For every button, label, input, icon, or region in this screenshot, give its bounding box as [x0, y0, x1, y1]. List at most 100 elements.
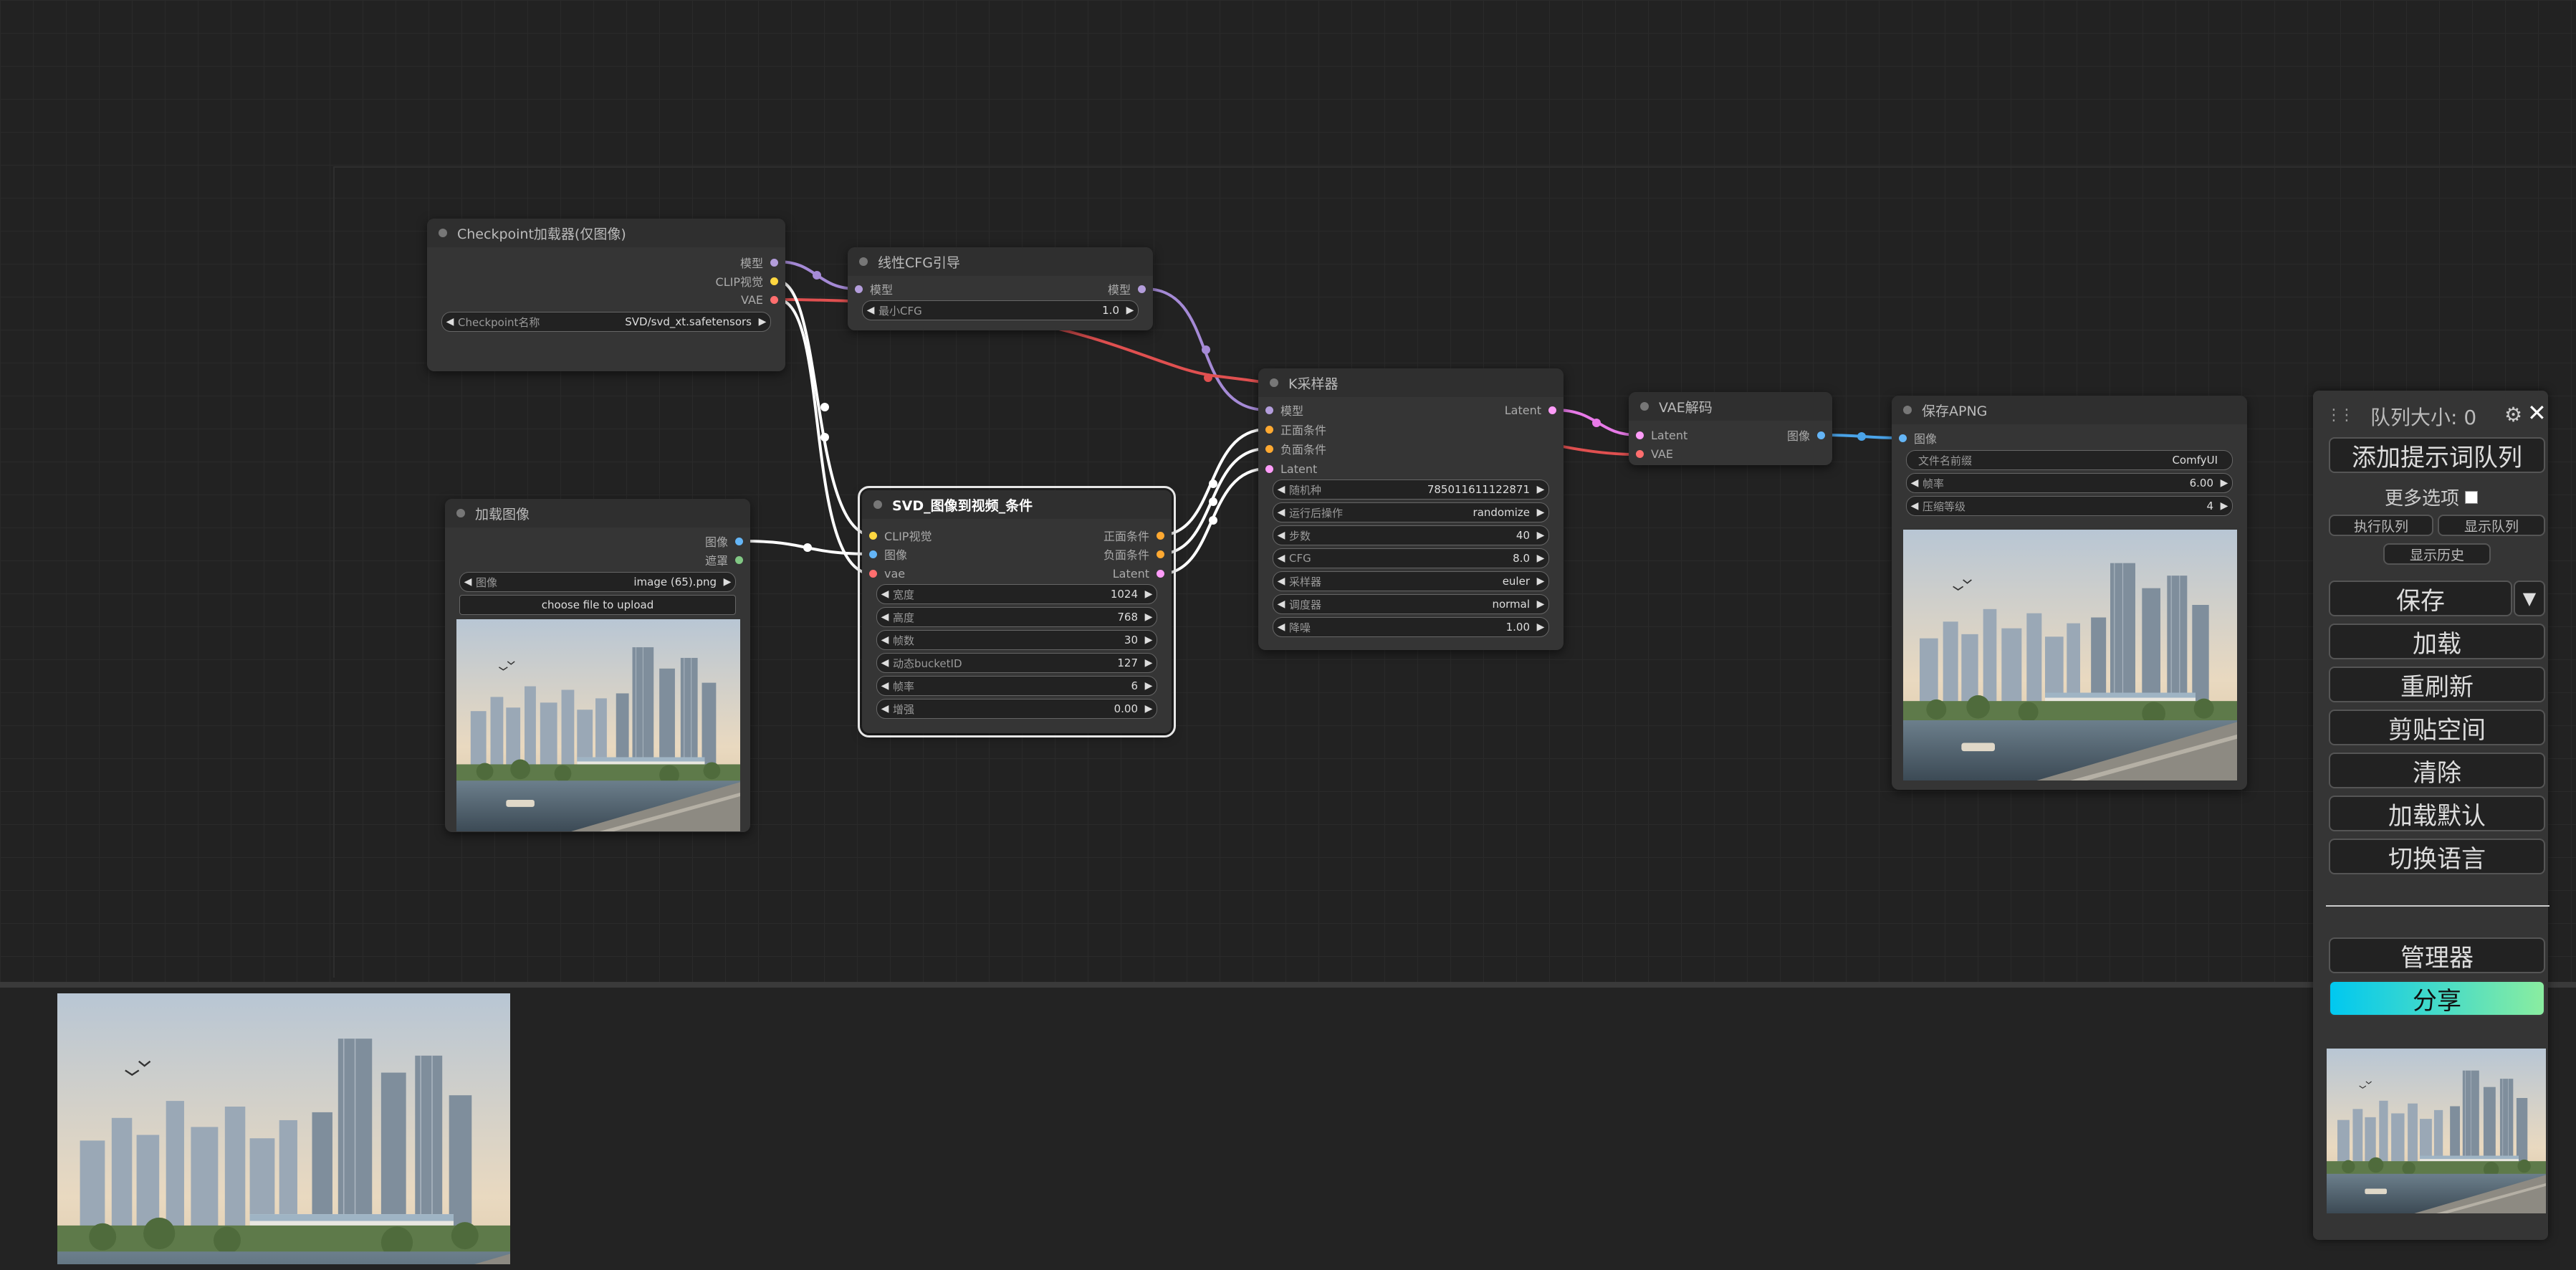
input-model[interactable]: 模型 — [848, 281, 893, 297]
arrow-left-icon[interactable]: ◀ — [1273, 598, 1289, 610]
arrow-left-icon[interactable]: ◀ — [1273, 576, 1289, 587]
save-dropdown-button[interactable]: ▼ — [2514, 581, 2545, 616]
collapse-dot-icon[interactable] — [873, 500, 882, 509]
output-model[interactable]: 模型 — [740, 254, 785, 270]
input-model[interactable]: 模型 — [1258, 402, 1303, 418]
gear-icon[interactable]: ⚙ — [2504, 403, 2522, 426]
input-clip-vision[interactable]: CLIP视觉 — [862, 527, 932, 543]
widget-image-select[interactable]: ◀ 图像 image (65).png ▶ — [459, 572, 736, 592]
arrow-left-icon[interactable]: ◀ — [877, 657, 893, 669]
arrow-right-icon[interactable]: ▶ — [1141, 703, 1157, 715]
output-vae[interactable]: VAE — [741, 292, 785, 307]
widget-min-cfg[interactable]: ◀ 最小CFG 1.0 ▶ — [862, 300, 1139, 320]
output-negative[interactable]: 负面条件 — [1103, 546, 1172, 562]
view-queue-button[interactable]: 显示队列 — [2438, 515, 2545, 536]
arrow-left-icon[interactable]: ◀ — [460, 576, 476, 588]
arrow-right-icon[interactable]: ▶ — [1533, 530, 1548, 541]
collapse-dot-icon[interactable] — [439, 229, 447, 237]
arrow-right-icon[interactable]: ▶ — [1141, 634, 1157, 646]
collapse-dot-icon[interactable] — [859, 257, 868, 266]
widget-checkpoint-name[interactable]: ◀ Checkpoint名称 SVD/svd_xt.safetensors ▶ — [441, 312, 771, 332]
arrow-left-icon[interactable]: ◀ — [1907, 500, 1923, 512]
switch-language-button[interactable]: 切换语言 — [2329, 839, 2545, 874]
widget-height[interactable]: ◀ 高度 768 ▶ — [876, 607, 1157, 627]
save-button[interactable]: 保存 — [2329, 581, 2512, 616]
upload-button[interactable]: choose file to upload — [459, 595, 736, 615]
input-vae[interactable]: VAE — [1629, 446, 1673, 462]
execute-queue-button[interactable]: 执行队列 — [2329, 515, 2433, 536]
output-latent[interactable]: Latent — [1113, 565, 1172, 581]
arrow-left-icon[interactable]: ◀ — [877, 703, 893, 715]
arrow-left-icon[interactable]: ◀ — [877, 680, 893, 692]
arrow-left-icon[interactable]: ◀ — [442, 316, 458, 328]
clipspace-button[interactable]: 剪贴空间 — [2329, 710, 2545, 745]
arrow-left-icon[interactable]: ◀ — [863, 305, 878, 316]
node-ksampler[interactable]: K采样器 模型 正面条件 负面条件 Latent Latent ◀ 随机种 7850… — [1258, 368, 1564, 650]
input-image[interactable]: 图像 — [1892, 430, 1937, 446]
arrow-left-icon[interactable]: ◀ — [1273, 553, 1289, 564]
arrow-right-icon[interactable]: ▶ — [1533, 553, 1548, 564]
widget-width[interactable]: ◀ 宽度 1024 ▶ — [876, 584, 1157, 604]
output-mask[interactable]: 遮罩 — [705, 552, 750, 568]
input-positive[interactable]: 正面条件 — [1258, 421, 1326, 437]
arrow-right-icon[interactable]: ▶ — [1533, 507, 1548, 518]
output-latent[interactable]: Latent — [1505, 402, 1564, 418]
graph-canvas[interactable]: Checkpoint加载器(仅图像) 模型 CLIP视觉 VAE ◀ Checkp… — [0, 0, 2576, 982]
node-svd-img2vid-conditioning[interactable]: SVD_图像到视频_条件 CLIP视觉 图像 vae 正面条件 负面条件 Lat… — [858, 486, 1176, 737]
widget-denoise[interactable]: ◀ 降噪 1.00 ▶ — [1273, 617, 1549, 637]
arrow-right-icon[interactable]: ▶ — [1533, 484, 1548, 495]
collapse-dot-icon[interactable] — [1640, 402, 1649, 411]
arrow-right-icon[interactable]: ▶ — [1533, 621, 1548, 633]
widget-motion-bucket[interactable]: ◀ 动态bucketID 127 ▶ — [876, 653, 1157, 673]
widget-sampler[interactable]: ◀ 采样器 euler ▶ — [1273, 571, 1549, 591]
input-vae[interactable]: vae — [862, 565, 905, 581]
arrow-left-icon[interactable]: ◀ — [1907, 477, 1923, 489]
arrow-right-icon[interactable]: ▶ — [1141, 680, 1157, 692]
output-positive[interactable]: 正面条件 — [1103, 527, 1172, 543]
node-linear-cfg[interactable]: 线性CFG引导 模型 模型 ◀ 最小CFG 1.0 ▶ — [848, 247, 1153, 330]
arrow-left-icon[interactable]: ◀ — [877, 611, 893, 623]
view-history-button[interactable]: 显示历史 — [2383, 543, 2491, 565]
output-image[interactable]: 图像 — [1787, 427, 1832, 443]
widget-compress-level[interactable]: ◀ 压缩等级 4 ▶ — [1906, 496, 2233, 516]
arrow-right-icon[interactable]: ▶ — [1141, 611, 1157, 623]
output-model[interactable]: 模型 — [1108, 281, 1153, 297]
arrow-left-icon[interactable]: ◀ — [877, 634, 893, 646]
more-options-checkbox[interactable] — [2465, 490, 2479, 504]
arrow-left-icon[interactable]: ◀ — [1273, 621, 1289, 633]
input-latent[interactable]: Latent — [1258, 461, 1317, 477]
widget-frames[interactable]: ◀ 帧数 30 ▶ — [876, 630, 1157, 650]
widget-cfg[interactable]: ◀ CFG 8.0 ▶ — [1273, 548, 1549, 568]
load-default-button[interactable]: 加载默认 — [2329, 796, 2545, 831]
drag-handle-icon[interactable]: ⋮⋮ — [2326, 406, 2355, 424]
arrow-right-icon[interactable]: ▶ — [1141, 588, 1157, 600]
collapse-dot-icon[interactable] — [1270, 378, 1278, 387]
close-icon[interactable]: ✕ — [2527, 399, 2547, 426]
arrow-left-icon[interactable]: ◀ — [1273, 507, 1289, 518]
arrow-left-icon[interactable]: ◀ — [877, 588, 893, 600]
input-image[interactable]: 图像 — [862, 546, 907, 562]
widget-fps[interactable]: ◀ 帧率 6 ▶ — [876, 676, 1157, 696]
widget-filename-prefix[interactable]: 文件名前缀 ComfyUI — [1906, 450, 2233, 470]
arrow-right-icon[interactable]: ▶ — [1533, 598, 1548, 610]
input-latent[interactable]: Latent — [1629, 427, 1687, 443]
widget-seed[interactable]: ◀ 随机种 785011611122871 ▶ — [1273, 479, 1549, 500]
arrow-left-icon[interactable]: ◀ — [1273, 484, 1289, 495]
input-negative[interactable]: 负面条件 — [1258, 441, 1326, 457]
image-feed-thumbnail[interactable] — [57, 993, 510, 1264]
widget-steps[interactable]: ◀ 步数 40 ▶ — [1273, 525, 1549, 545]
arrow-right-icon[interactable]: ▶ — [755, 316, 770, 328]
node-vae-decode[interactable]: VAE解码 Latent VAE 图像 — [1629, 392, 1832, 465]
queue-prompt-button[interactable]: 添加提示词队列 — [2329, 437, 2545, 473]
arrow-left-icon[interactable]: ◀ — [1273, 530, 1289, 541]
manager-button[interactable]: 管理器 — [2329, 937, 2545, 973]
collapse-dot-icon[interactable] — [1903, 406, 1912, 414]
widget-fps[interactable]: ◀ 帧率 6.00 ▶ — [1906, 473, 2233, 493]
widget-augmentation[interactable]: ◀ 增强 0.00 ▶ — [876, 699, 1157, 719]
arrow-right-icon[interactable]: ▶ — [2216, 477, 2232, 489]
node-load-image[interactable]: 加载图像 图像 遮罩 ◀ 图像 image (65).png ▶ choose fil… — [445, 499, 750, 832]
load-button[interactable]: 加载 — [2329, 624, 2545, 659]
collapse-dot-icon[interactable] — [456, 509, 465, 517]
widget-scheduler[interactable]: ◀ 调度器 normal ▶ — [1273, 594, 1549, 614]
widget-control-after[interactable]: ◀ 运行后操作 randomize ▶ — [1273, 502, 1549, 522]
